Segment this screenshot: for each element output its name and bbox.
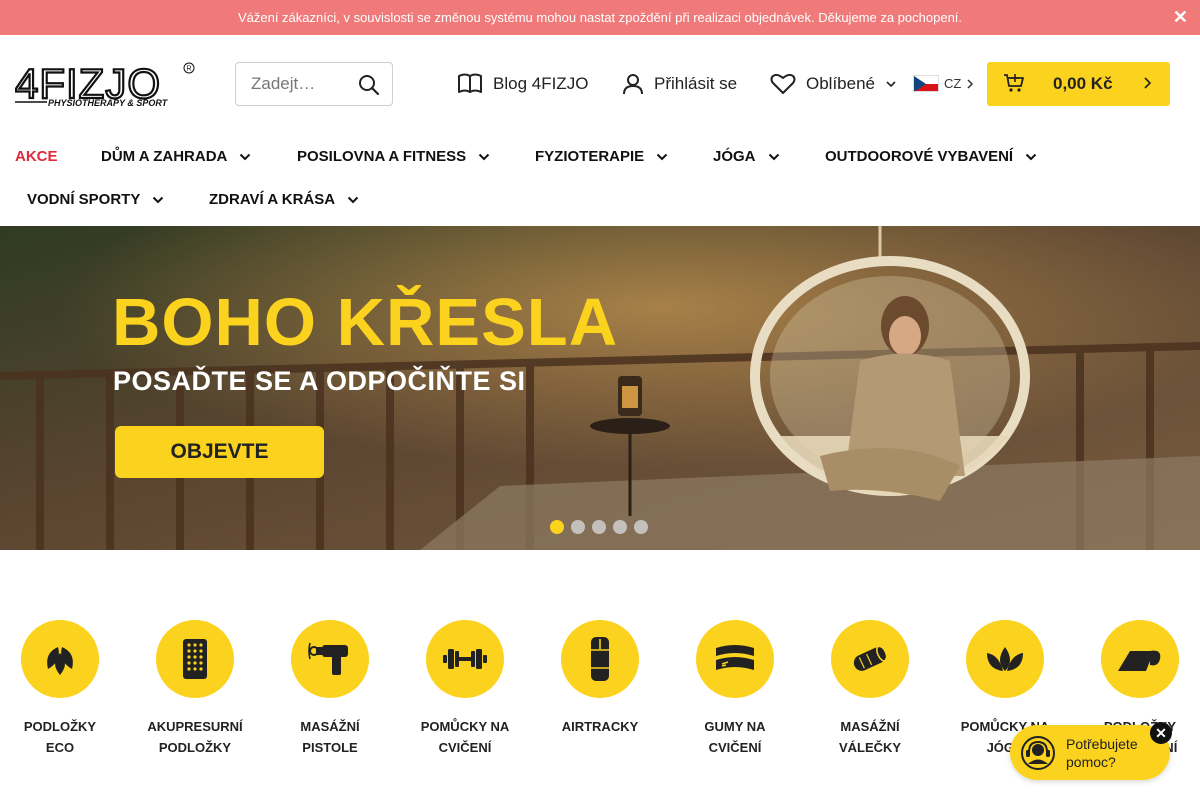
chevron-down-icon bbox=[478, 153, 490, 160]
nav-item-label: ZDRAVÍ A KRÁSA bbox=[209, 191, 336, 208]
category-airtracky[interactable]: AIRTRACKY bbox=[540, 620, 660, 737]
language-label: CZ bbox=[944, 76, 962, 91]
nav-item-dum-a-zahrada[interactable]: DŮM A ZAHRADA bbox=[101, 148, 251, 165]
cart-button[interactable]: 0,00 Kč bbox=[987, 62, 1170, 106]
nav-item-label: JÓGA bbox=[713, 148, 756, 165]
nav-item-vodni-sporty[interactable]: VODNÍ SPORTY bbox=[27, 191, 164, 208]
nav-item-zdravi-a-krasa[interactable]: ZDRAVÍ A KRÁSA bbox=[209, 191, 359, 208]
chevron-down-icon bbox=[886, 81, 896, 88]
support-agent-icon bbox=[1021, 735, 1055, 770]
chevron-right-icon bbox=[967, 78, 974, 89]
category-label-line2: CVIČENÍ bbox=[438, 740, 492, 755]
chevron-down-icon bbox=[240, 153, 251, 160]
search-box[interactable] bbox=[235, 62, 393, 106]
acupressure-mat-icon bbox=[156, 620, 234, 698]
category-label-line1: AKUPRESURNÍ bbox=[147, 719, 243, 734]
search-input[interactable] bbox=[251, 74, 361, 94]
slider-dot[interactable] bbox=[550, 520, 564, 534]
notice-text: Vážení zákazníci, v souvislosti se změno… bbox=[237, 10, 963, 25]
slider-dot[interactable] bbox=[592, 520, 606, 534]
nav-item-label: DŮM A ZAHRADA bbox=[101, 148, 228, 165]
nav-item-akce[interactable]: AKCE bbox=[15, 148, 58, 165]
lotus-icon bbox=[966, 620, 1044, 698]
login-link[interactable]: Přihlásit se bbox=[622, 73, 737, 95]
category-label-line1: GUMY NA bbox=[704, 719, 766, 734]
nav-item-outdoor[interactable]: OUTDOOROVÉ VYBAVENÍ bbox=[825, 148, 1037, 165]
login-label: Přihlásit se bbox=[654, 74, 738, 93]
favorites-label: Oblíbené bbox=[806, 74, 875, 93]
chevron-down-icon bbox=[153, 196, 164, 203]
category-label-line2: ECO bbox=[45, 740, 75, 755]
category-label-line2: PODLOŽKY bbox=[158, 740, 232, 755]
nav-item-posilovna[interactable]: POSILOVNA A FITNESS bbox=[297, 148, 490, 165]
notice-close-icon[interactable]: ✕ bbox=[1173, 8, 1188, 26]
hero-title: BOHO KŘESLA bbox=[112, 285, 619, 360]
main-nav: AKCE DŮM A ZAHRADA POSILOVNA A FITNESS F… bbox=[0, 135, 1200, 226]
chevron-down-icon bbox=[347, 196, 359, 203]
category-label-line2: VÁLEČKY bbox=[838, 740, 902, 755]
nav-item-fyzioterapie[interactable]: FYZIOTERAPIE bbox=[535, 148, 668, 165]
category-label-line1: MASÁŽNÍ bbox=[300, 719, 360, 734]
category-gumy-na-cviceni[interactable]: GUMY NA CVIČENÍ bbox=[675, 620, 795, 758]
chevron-down-icon bbox=[768, 153, 779, 160]
category-label-line1: MASÁŽNÍ bbox=[840, 719, 900, 734]
category-label-line2: PISTOLE bbox=[302, 740, 358, 755]
blog-label: Blog 4FIZJO bbox=[493, 74, 589, 93]
chevron-right-icon bbox=[1144, 77, 1152, 89]
notice-bar: Vážení zákazníci, v souvislosti se změno… bbox=[0, 0, 1200, 35]
heart-icon bbox=[770, 73, 796, 94]
help-chat-button[interactable]: Potřebujete pomoc? ✕ bbox=[1010, 722, 1172, 780]
hero-cta-button[interactable]: OBJEVTE bbox=[115, 426, 324, 478]
airtrack-icon bbox=[561, 620, 639, 698]
slider-dots bbox=[550, 520, 655, 534]
category-label-line1: POMŮCKY NA bbox=[420, 719, 510, 734]
czech-flag-icon bbox=[913, 75, 939, 92]
category-pomucky-na-cviceni[interactable]: POMŮCKY NA CVIČENÍ bbox=[405, 620, 525, 758]
header: 4FIZJO R PHYSIOTHERAPY & SPORT Blog 4FIZ… bbox=[0, 35, 1200, 135]
nav-item-label: VODNÍ SPORTY bbox=[27, 191, 141, 208]
logo[interactable]: 4FIZJO R PHYSIOTHERAPY & SPORT bbox=[14, 59, 197, 110]
exercise-mat-icon bbox=[1101, 620, 1179, 698]
nav-item-label: AKCE bbox=[15, 148, 58, 165]
chevron-down-icon bbox=[656, 153, 668, 160]
nav-item-label: FYZIOTERAPIE bbox=[535, 148, 645, 165]
dumbbell-icon bbox=[426, 620, 504, 698]
blog-link[interactable]: Blog 4FIZJO bbox=[457, 73, 588, 95]
slider-dot[interactable] bbox=[613, 520, 627, 534]
slider-dot[interactable] bbox=[571, 520, 585, 534]
search-icon[interactable] bbox=[358, 74, 380, 101]
category-masazni-pistole[interactable]: MASÁŽNÍ PISTOLE bbox=[270, 620, 390, 758]
logo-tagline: PHYSIOTHERAPY & SPORT bbox=[48, 98, 169, 108]
foam-roller-icon bbox=[831, 620, 909, 698]
favorites-link[interactable]: Oblíbené bbox=[770, 73, 897, 95]
chevron-down-icon bbox=[1025, 153, 1037, 160]
help-close-icon[interactable]: ✕ bbox=[1150, 722, 1172, 744]
category-label-line1: AIRTRACKY bbox=[561, 719, 639, 734]
cart-icon bbox=[1004, 74, 1024, 92]
category-podlozky-eco[interactable]: PODLOŽKY ECO bbox=[0, 620, 120, 758]
slider-dot[interactable] bbox=[634, 520, 648, 534]
user-icon bbox=[623, 74, 643, 95]
hero-subtitle: POSAĎTE SE A ODPOČIŇTE SI bbox=[113, 366, 526, 396]
nav-item-joga[interactable]: JÓGA bbox=[713, 148, 780, 165]
nav-item-label: OUTDOOROVÉ VYBAVENÍ bbox=[825, 148, 1014, 165]
massage-gun-icon bbox=[291, 620, 369, 698]
category-akupresurni-podlozky[interactable]: AKUPRESURNÍ PODLOŽKY bbox=[135, 620, 255, 758]
svg-text:R: R bbox=[187, 66, 192, 73]
category-label-line1: PODLOŽKY bbox=[23, 719, 97, 734]
cart-price: 0,00 Kč bbox=[1053, 74, 1113, 93]
leaf-icon bbox=[21, 620, 99, 698]
category-label-line2: CVIČENÍ bbox=[708, 740, 762, 755]
help-text: Potřebujete pomoc? bbox=[1066, 735, 1138, 770]
category-masazni-valecky[interactable]: MASÁŽNÍ VÁLEČKY bbox=[810, 620, 930, 758]
language-selector[interactable]: CZ bbox=[913, 75, 975, 92]
resistance-band-icon bbox=[696, 620, 774, 698]
book-icon bbox=[458, 73, 482, 93]
nav-item-label: POSILOVNA A FITNESS bbox=[297, 148, 467, 165]
